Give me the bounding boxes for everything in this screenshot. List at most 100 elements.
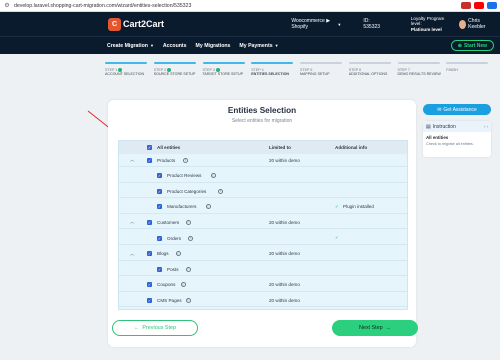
chevron-down-icon: ▼ (274, 43, 279, 48)
instruction-panel: ▤ Instruction ‹ › All entities Check to … (423, 121, 491, 157)
info-icon[interactable]: i (188, 235, 193, 241)
app-header: C Cart2Cart Woocommerce ▶ Shopify ▼ ID: … (0, 12, 500, 36)
instruction-header: ▤ Instruction ‹ › (423, 121, 491, 132)
info-icon[interactable]: i (218, 188, 223, 194)
step-progress-bar (397, 62, 440, 64)
info-icon[interactable]: i (185, 297, 191, 303)
limit-value: 20 within demo (269, 251, 300, 257)
header-additional-info: Additional info (335, 145, 368, 150)
nav-my-migrations[interactable]: My Migrations (196, 43, 231, 49)
nav-my-payments[interactable]: My Payments ▼ (239, 43, 278, 49)
step-progress-bar (202, 62, 245, 64)
arrow-left-icon: ← (134, 325, 140, 331)
table-row: ︿ ✓ Customers i 20 within demo (119, 216, 407, 230)
table-row: ✓ Orders i ✓ (119, 232, 407, 245)
step-number: FINISH (446, 68, 495, 72)
site-info-icon[interactable]: ⚙ (3, 2, 11, 10)
wizard-step[interactable]: STEP 3 TARGET STORE SETUP (202, 62, 252, 92)
entity-checkbox[interactable]: ✓ (147, 219, 152, 225)
entities-card: Entities Selection Select entities for m… (108, 100, 418, 347)
info-icon[interactable]: i (175, 251, 181, 257)
select-all-checkbox[interactable]: ✓ (147, 145, 152, 150)
header-all-entities: All entities (157, 145, 181, 150)
extension-icon[interactable] (487, 2, 497, 9)
youtube-icon[interactable] (474, 2, 484, 9)
wizard-step: STEP 5 MAPPING SETUP (300, 62, 349, 92)
user-name: Chris Keebler (468, 18, 486, 30)
step-title: ENTITIES SELECTION (251, 72, 289, 77)
loyalty-level: Loyalty Program level: Platinum level (411, 16, 447, 33)
entity-checkbox[interactable]: ✓ (147, 157, 152, 163)
nav-accounts[interactable]: Accounts (163, 43, 187, 49)
info-icon[interactable]: i (183, 157, 188, 163)
step-progress-bar (251, 62, 294, 64)
extension-icon[interactable] (461, 2, 471, 9)
entity-checkbox[interactable]: ✓ (147, 282, 152, 288)
info-icon[interactable]: i (205, 204, 211, 210)
entity-name: Manufacturers (167, 204, 197, 210)
chevron-up-icon[interactable]: ︿ (130, 219, 135, 225)
logo-mark-icon: C (108, 17, 121, 31)
entity-checkbox[interactable]: ✓ (157, 266, 162, 272)
table-row: ✓ Product Categories i (119, 185, 407, 199)
wizard-step: STEP 7 DEMO RESULTS REVIEW (397, 62, 447, 92)
table-row: ︿ ✓ Blogs i 20 within demo (119, 248, 407, 261)
info-icon[interactable]: i (210, 173, 216, 179)
avatar (459, 19, 467, 29)
book-icon: ▤ (426, 123, 431, 130)
instruction-nav-icon[interactable]: ‹ › (484, 124, 488, 129)
start-new-button[interactable]: ⊕ Start New (450, 40, 494, 51)
entity-name: CMS Pages (157, 297, 182, 303)
entity-name: Product Reviews (167, 173, 202, 179)
chevron-down-icon: ▼ (149, 43, 154, 48)
start-new-label: Start New (463, 42, 487, 49)
wizard-step: STEP 6 ADDITIONAL OPTIONS (348, 62, 398, 92)
entity-checkbox[interactable]: ✓ (147, 251, 152, 257)
info-icon[interactable]: i (185, 266, 191, 272)
browser-address-bar[interactable]: ⚙ develop.laravel.shopping-cart-migratio… (0, 0, 500, 12)
wizard-steps: STEP 1 ACCOUNT SELECTION STEP 2 SOURCE STOR… (105, 62, 495, 92)
entity-name: Orders (167, 235, 182, 241)
entity-checkbox[interactable]: ✓ (147, 297, 152, 303)
nav-label: My Payments (239, 42, 273, 49)
entity-name: Products (157, 157, 176, 163)
arrow-right-icon: → (385, 325, 392, 331)
entity-checkbox[interactable]: ✓ (157, 188, 162, 194)
instruction-text: Check to migrate all entities. (426, 142, 474, 146)
wizard-step: FINISH (446, 62, 495, 92)
plus-circle-icon: ⊕ (457, 42, 462, 49)
table-row: ✓ Posts i (119, 263, 407, 277)
wizard-step[interactable]: STEP 2 SOURCE STORE SETUP (153, 62, 203, 92)
entity-checkbox[interactable]: ✓ (157, 173, 162, 179)
entity-name: Product Categories (167, 188, 207, 194)
nav-create-migration[interactable]: Create Migration ▼ (107, 43, 154, 49)
step-title: SOURCE STORE SETUP (153, 72, 196, 77)
step-progress-bar (446, 62, 489, 64)
get-assistance-button[interactable]: ✉ Get Assistance (423, 104, 491, 115)
user-menu[interactable]: Chris Keebler (459, 18, 492, 30)
previous-step-button[interactable]: ← Previous Step (112, 320, 198, 336)
cart2cart-logo[interactable]: C Cart2Cart (108, 17, 181, 31)
chevron-up-icon[interactable]: ︿ (130, 157, 135, 163)
entity-checkbox[interactable]: ✓ (157, 204, 162, 210)
limit-value: 20 within demo (269, 282, 300, 288)
logo-text: Cart2Cart (123, 19, 165, 29)
entity-name: Blogs (157, 251, 169, 257)
next-step-button[interactable]: Next Step → (332, 320, 418, 336)
wizard-step: STEP 4 ENTITIES SELECTION (251, 62, 300, 92)
info-icon[interactable]: i (185, 219, 191, 225)
nav-label: Create Migration (107, 42, 148, 49)
wizard-step[interactable]: STEP 1 ACCOUNT SELECTION (105, 62, 154, 92)
step-progress-bar (105, 62, 147, 64)
info-icon[interactable]: i (180, 282, 186, 288)
url-text[interactable]: develop.laravel.shopping-cart-migration.… (14, 3, 458, 9)
chevron-up-icon[interactable]: ︿ (130, 251, 135, 257)
migration-platforms[interactable]: Woocommerce ▶ Shopify ▼ (291, 18, 341, 30)
next-step-label: Next Step (358, 325, 383, 331)
step-title: ACCOUNT SELECTION (105, 72, 145, 77)
previous-step-label: Previous Step (142, 325, 176, 331)
entity-checkbox[interactable]: ✓ (157, 235, 162, 241)
entity-name: Posts (167, 266, 179, 272)
table-row: ✓ Manufacturers i ✓ Plugin installed (119, 201, 407, 214)
limit-value: 20 within demo (269, 219, 300, 225)
